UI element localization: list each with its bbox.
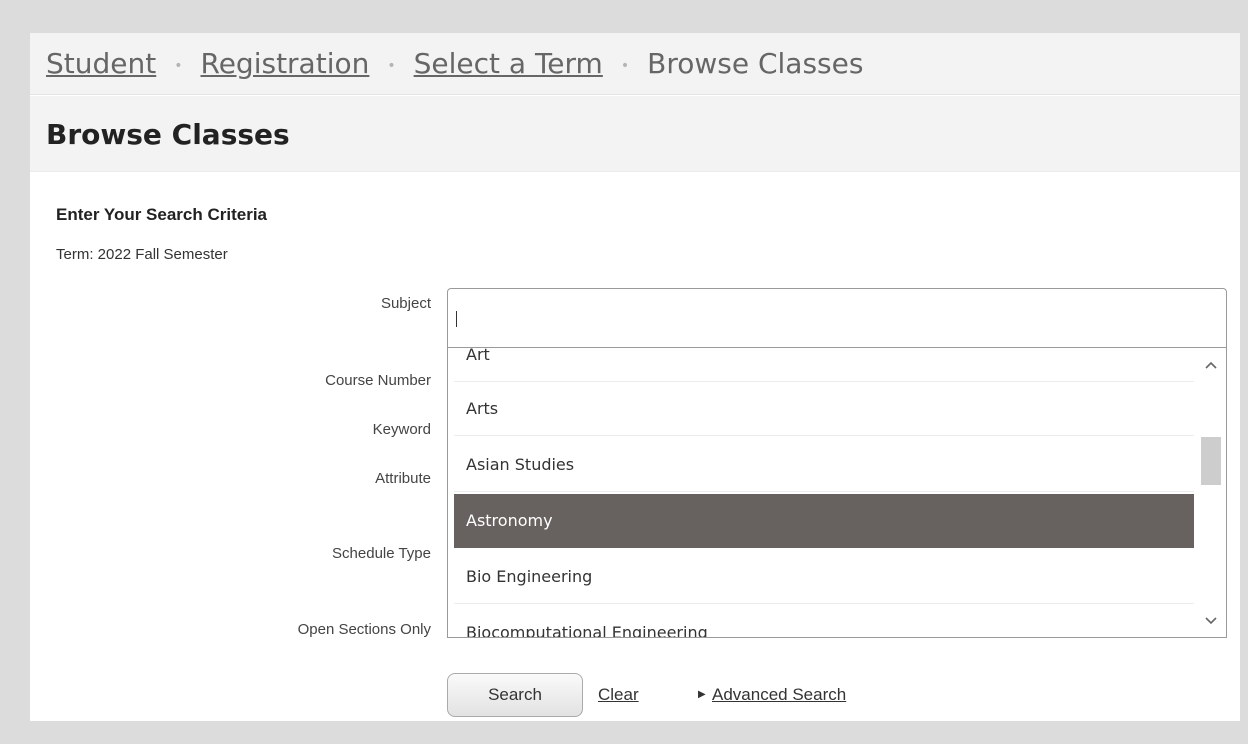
advanced-search-link[interactable]: Advanced Search	[712, 685, 846, 705]
keyword-label: Keyword	[372, 421, 431, 438]
text-cursor	[456, 311, 457, 327]
triangle-right-icon: ▶	[698, 689, 706, 700]
subject-input[interactable]	[447, 288, 1227, 348]
subject-option[interactable]: Art	[454, 348, 1194, 382]
page-title-bar: Browse Classes	[30, 96, 1240, 172]
course-number-label: Course Number	[325, 372, 431, 389]
subject-option[interactable]: Biocomputational Engineering	[454, 606, 1194, 637]
subject-option[interactable]: Bio Engineering	[454, 550, 1194, 604]
scrollbar-thumb[interactable]	[1201, 437, 1221, 485]
breadcrumb: Student • Registration • Select a Term •…	[30, 33, 1240, 95]
breadcrumb-current: Browse Classes	[647, 47, 864, 80]
schedule-type-label: Schedule Type	[332, 545, 431, 562]
breadcrumb-student[interactable]: Student	[46, 47, 156, 80]
subject-label: Subject	[380, 295, 431, 312]
open-sections-label: Open Sections Only	[297, 621, 431, 638]
chevron-down-icon[interactable]	[1200, 610, 1222, 632]
breadcrumb-separator: •	[174, 57, 183, 74]
breadcrumb-separator: •	[387, 57, 396, 74]
breadcrumb-registration[interactable]: Registration	[201, 47, 370, 80]
search-criteria-heading: Enter Your Search Criteria	[56, 205, 268, 224]
search-button[interactable]: Search	[447, 673, 583, 717]
term-label: Term: 2022 Fall Semester	[56, 246, 228, 263]
clear-link[interactable]: Clear	[598, 685, 639, 705]
subject-option[interactable]: Asian Studies	[454, 438, 1194, 492]
chevron-up-icon[interactable]	[1200, 354, 1222, 376]
attribute-label: Attribute	[375, 470, 431, 487]
breadcrumb-select-term[interactable]: Select a Term	[414, 47, 603, 80]
page-title: Browse Classes	[46, 118, 290, 151]
main-frame: Student • Registration • Select a Term •…	[30, 33, 1240, 721]
subject-option[interactable]: Arts	[454, 382, 1194, 436]
breadcrumb-separator: •	[620, 57, 630, 74]
dropdown-scrollbar[interactable]	[1196, 348, 1226, 637]
subject-dropdown-list[interactable]: Art Arts Asian Studies Astronomy Bio Eng…	[447, 348, 1227, 638]
subject-option-selected[interactable]: Astronomy	[454, 494, 1194, 548]
